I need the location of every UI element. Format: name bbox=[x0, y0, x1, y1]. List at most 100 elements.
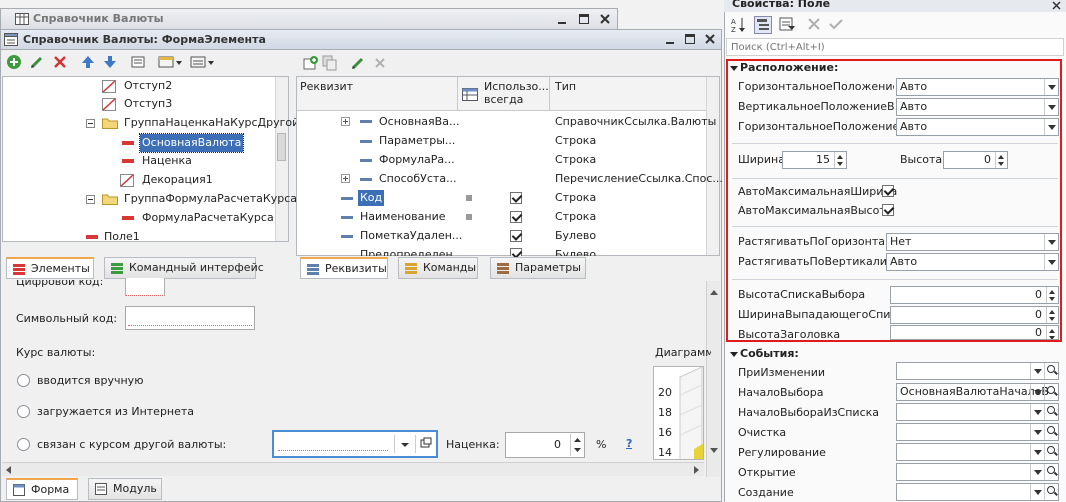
chevron-down-icon[interactable] bbox=[1030, 363, 1044, 379]
header-height-field[interactable]: 0 bbox=[890, 325, 1059, 340]
collapse-icon[interactable] bbox=[86, 195, 95, 204]
collapse-triangle-icon[interactable] bbox=[730, 351, 738, 359]
radio-internet-label[interactable]: загружается из Интернета bbox=[37, 405, 194, 418]
sort-by-category-icon[interactable] bbox=[754, 16, 772, 34]
v-pos-group-select[interactable]: Авто bbox=[896, 98, 1059, 116]
event-handler-field[interactable]: ОсновнаяВалютаНачалоВ bbox=[896, 383, 1059, 401]
search-icon[interactable] bbox=[1044, 384, 1058, 400]
edit-icon[interactable] bbox=[29, 54, 47, 72]
column-header-use-always[interactable]: Использо... всегда bbox=[484, 80, 552, 108]
symbol-code-field[interactable] bbox=[125, 306, 255, 330]
chevron-down-icon[interactable] bbox=[1030, 484, 1044, 500]
list-height-field[interactable]: 0 bbox=[890, 286, 1059, 304]
spin-icon[interactable] bbox=[1046, 326, 1058, 339]
event-handler-field[interactable] bbox=[896, 443, 1059, 461]
width-field[interactable]: 15 bbox=[782, 151, 847, 169]
h-pos-select[interactable]: Авто bbox=[896, 118, 1059, 136]
radio-linked-label[interactable]: связан с курсом другой валюты: bbox=[37, 438, 226, 451]
delete-icon[interactable] bbox=[52, 54, 70, 72]
search-icon[interactable] bbox=[1044, 464, 1058, 480]
scroll-right-icon[interactable] bbox=[694, 466, 699, 474]
properties-search[interactable] bbox=[726, 38, 1064, 56]
minimize-icon[interactable] bbox=[557, 15, 567, 25]
sort-alphabetical-icon[interactable]: AZ bbox=[730, 16, 748, 34]
maximize-icon[interactable] bbox=[579, 14, 589, 24]
attribute-name[interactable]: ФормулаРа... bbox=[379, 153, 455, 166]
chevron-down-icon[interactable] bbox=[1030, 404, 1044, 420]
spin-icon[interactable] bbox=[834, 152, 846, 168]
tab-form[interactable]: Форма bbox=[6, 478, 78, 500]
layout-menu-icon[interactable] bbox=[190, 54, 216, 72]
search-icon[interactable] bbox=[1044, 363, 1058, 379]
chevron-down-icon[interactable] bbox=[1030, 464, 1044, 480]
scroll-down-icon[interactable] bbox=[710, 448, 718, 453]
help-link[interactable]: ? bbox=[626, 437, 632, 450]
scroll-left-icon[interactable] bbox=[6, 466, 11, 474]
properties-search-input[interactable] bbox=[729, 39, 1059, 55]
tab-parameters[interactable]: Параметры bbox=[490, 257, 586, 279]
auto-max-width-checkbox[interactable] bbox=[882, 185, 894, 197]
close-icon[interactable] bbox=[600, 14, 610, 24]
h-pos-group-select[interactable]: Авто bbox=[896, 78, 1059, 96]
view-menu-icon[interactable] bbox=[158, 54, 184, 72]
search-icon[interactable] bbox=[1044, 424, 1058, 440]
dropdown-width-field[interactable]: 0 bbox=[890, 306, 1059, 324]
column-header-attribute[interactable]: Реквизит bbox=[300, 80, 353, 93]
spin-icon[interactable] bbox=[995, 152, 1007, 168]
stretch-v-select[interactable]: Авто bbox=[886, 253, 1059, 271]
delete-icon[interactable] bbox=[372, 55, 390, 73]
event-handler-field[interactable] bbox=[896, 463, 1059, 481]
auto-max-height-checkbox[interactable] bbox=[882, 204, 894, 216]
collapse-triangle-icon[interactable] bbox=[730, 65, 738, 73]
digital-code-field[interactable] bbox=[125, 278, 165, 296]
stretch-h-select[interactable]: Нет bbox=[886, 233, 1059, 251]
attribute-name[interactable]: ПометкаУдален... bbox=[360, 229, 462, 242]
add-icon[interactable] bbox=[6, 54, 24, 72]
tab-commands[interactable]: Команды bbox=[398, 257, 478, 279]
search-icon[interactable] bbox=[1044, 404, 1058, 420]
event-handler-field[interactable] bbox=[896, 423, 1059, 441]
attribute-name[interactable]: Предопределен... bbox=[360, 247, 463, 256]
close-icon[interactable] bbox=[705, 34, 715, 44]
use-always-checkbox[interactable] bbox=[510, 192, 522, 204]
main-currency-field[interactable] bbox=[272, 430, 438, 458]
markup-field[interactable]: 0 bbox=[505, 432, 585, 458]
move-down-icon[interactable] bbox=[102, 54, 120, 72]
edit-icon[interactable] bbox=[350, 55, 368, 73]
column-header-type[interactable]: Тип bbox=[555, 80, 576, 93]
bg-window-titlebar[interactable]: Справочник Валюты bbox=[0, 8, 618, 30]
radio-manual[interactable] bbox=[17, 374, 30, 387]
tab-command-interface[interactable]: Командный интерфейс bbox=[104, 257, 264, 279]
expand-icon[interactable] bbox=[341, 117, 350, 126]
spin-buttons[interactable] bbox=[570, 434, 583, 456]
attribute-name[interactable]: Наименование bbox=[360, 210, 445, 223]
search-icon[interactable] bbox=[1044, 484, 1058, 500]
event-handler-field[interactable] bbox=[896, 483, 1059, 501]
spin-icon[interactable] bbox=[1046, 287, 1058, 303]
height-field[interactable]: 0 bbox=[943, 151, 1008, 169]
add-attribute-icon[interactable] bbox=[302, 55, 320, 73]
close-icon[interactable] bbox=[1052, 1, 1061, 10]
attribute-name[interactable]: Параметры... bbox=[379, 134, 455, 147]
expand-icon[interactable] bbox=[341, 174, 350, 183]
collapse-icon[interactable] bbox=[86, 119, 95, 128]
attribute-name[interactable]: Код bbox=[358, 190, 385, 206]
apply-icon[interactable] bbox=[828, 16, 846, 34]
use-always-checkbox[interactable] bbox=[510, 211, 522, 223]
filter-icon[interactable] bbox=[778, 16, 796, 34]
chevron-down-icon[interactable] bbox=[1030, 424, 1044, 440]
minimize-icon[interactable] bbox=[665, 35, 675, 45]
maximize-icon[interactable] bbox=[685, 34, 695, 44]
search-icon[interactable] bbox=[1044, 444, 1058, 460]
clear-icon[interactable] bbox=[806, 16, 824, 34]
tree-scrollbar-thumb[interactable] bbox=[277, 133, 286, 161]
chevron-down-icon[interactable] bbox=[1030, 384, 1044, 400]
use-always-checkbox[interactable] bbox=[510, 248, 522, 256]
tab-elements[interactable]: Элементы bbox=[6, 257, 94, 279]
attribute-name[interactable]: ОсновнаяВа... bbox=[379, 115, 459, 128]
properties-titlebar[interactable]: Свойства: Поле bbox=[724, 0, 1066, 12]
tab-attributes[interactable]: Реквизиты bbox=[300, 257, 388, 279]
tab-module[interactable]: Модуль bbox=[88, 478, 162, 500]
event-handler-field[interactable] bbox=[896, 403, 1059, 421]
scroll-up-icon[interactable] bbox=[710, 290, 718, 295]
